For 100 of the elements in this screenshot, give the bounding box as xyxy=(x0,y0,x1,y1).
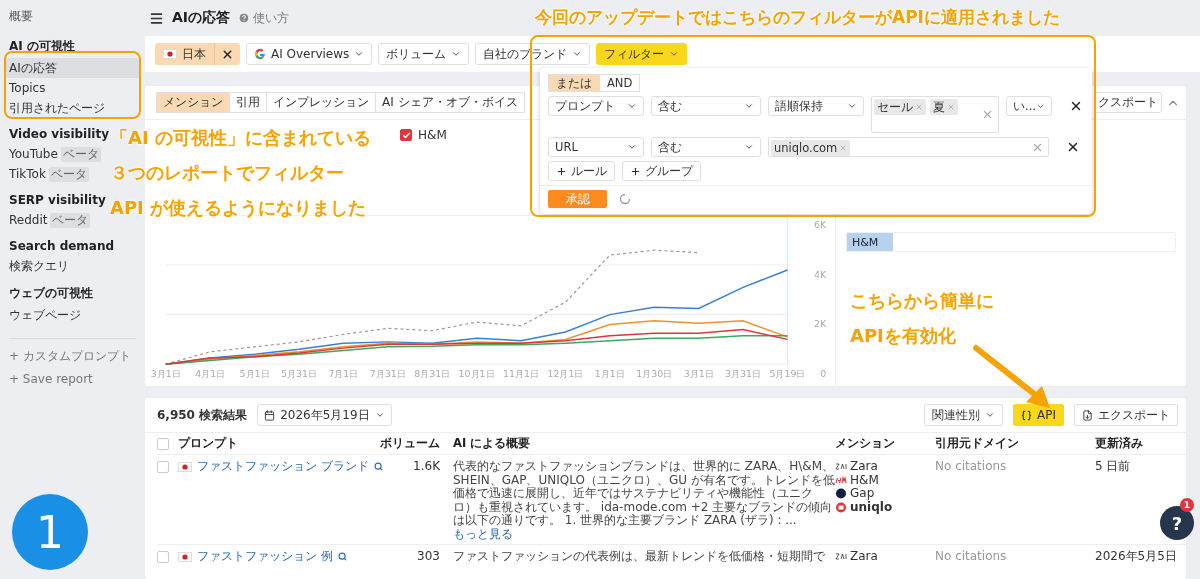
prompt-link[interactable]: ファストファッション 例 xyxy=(197,550,333,564)
annotation-text: こちらから簡単に xyxy=(850,289,994,313)
chevron-down-icon xyxy=(847,101,857,111)
tag-chip[interactable]: 夏 xyxy=(930,99,958,115)
brand-name: Zara xyxy=(850,550,878,564)
select-field[interactable]: プロンプト xyxy=(548,96,644,116)
chevron-down-icon xyxy=(572,49,583,59)
row-checkbox[interactable] xyxy=(157,551,169,563)
close-icon xyxy=(839,144,848,152)
overview-text: ファストファッションの代表例は、最新トレンドを低価格・短期間で xyxy=(452,550,826,564)
row-checkbox[interactable] xyxy=(157,461,169,473)
filter-dropdown[interactable]: ボリューム xyxy=(378,43,470,65)
brand-logo-icon xyxy=(835,551,847,563)
tag-chip[interactable]: セール xyxy=(874,99,926,115)
nav-action-link[interactable]: + Save report xyxy=(6,369,96,389)
legend-checkbox[interactable] xyxy=(400,129,412,141)
nav-item[interactable]: Topics xyxy=(6,78,49,98)
column-header: AI による概要 xyxy=(452,435,532,452)
nav-action-link[interactable]: + カスタムプロンプト xyxy=(6,345,134,368)
braces-icon xyxy=(1021,409,1032,421)
remove-rule-button[interactable] xyxy=(1069,99,1083,113)
axis-label: 0 xyxy=(820,368,827,380)
citations-text: No citations xyxy=(935,460,1007,474)
tag-input-field[interactable]: セール 夏 xyxy=(871,96,999,133)
export-button[interactable]: クスポート xyxy=(1094,92,1162,113)
tab[interactable]: 引用 xyxy=(229,92,267,113)
beta-badge: ベータ xyxy=(50,212,91,228)
chip-label: 日本 xyxy=(181,45,207,63)
chevron-down-icon xyxy=(354,49,365,59)
brand-logo-icon xyxy=(835,501,847,513)
nav-item[interactable]: Reddit ベータ xyxy=(6,210,94,230)
tab[interactable]: インプレッション xyxy=(266,92,376,113)
sort-dropdown[interactable]: 関連性別 xyxy=(924,404,1003,426)
select-field[interactable]: 含む xyxy=(651,96,761,116)
export-button[interactable]: エクスポート xyxy=(1074,404,1178,426)
nav-item[interactable]: TikTok ベータ xyxy=(6,164,92,184)
logic-toggle[interactable]: AND xyxy=(599,74,641,92)
chevron-down-icon xyxy=(669,49,680,59)
section-title: Search demand xyxy=(8,239,116,253)
google-g-icon xyxy=(254,48,266,60)
check-icon xyxy=(401,130,411,140)
nav-item[interactable]: YouTube ベータ xyxy=(6,144,104,164)
prompt-link[interactable]: ファストファッション ブランド xyxy=(197,460,369,474)
select-field[interactable]: 含む xyxy=(651,137,761,157)
column-header: 更新済み xyxy=(1095,435,1144,452)
column-header: ボリューム xyxy=(379,435,440,452)
nav-item-label: YouTube xyxy=(9,147,58,161)
tag-input-field[interactable]: uniqlo.com xyxy=(768,137,1049,157)
column-header: プロンプト xyxy=(178,435,239,452)
date-picker[interactable]: 2026年5月19日 xyxy=(257,404,392,426)
select-field[interactable]: い... xyxy=(1006,96,1052,116)
close-icon xyxy=(915,103,923,111)
result-count: 6,950 検索結果 xyxy=(157,406,248,424)
nav-item[interactable]: 引用されたページ xyxy=(6,98,108,118)
tag-chip[interactable]: uniqlo.com xyxy=(771,140,851,156)
brand-name: Zara xyxy=(850,460,878,474)
nav-item[interactable]: ウェブページ xyxy=(6,305,84,325)
nav-item[interactable]: 検索クエリ xyxy=(6,256,72,276)
close-icon xyxy=(947,103,955,111)
chevron-down-icon xyxy=(744,101,754,111)
tab[interactable]: AI シェア・オブ・ボイス xyxy=(375,92,525,113)
axis-label: 4K xyxy=(814,268,827,280)
brand-name: uniqlo xyxy=(850,500,893,514)
annotation-text: API が使えるようになりました xyxy=(110,196,368,220)
nav-item[interactable]: AIの応答 xyxy=(6,58,139,78)
search-icon[interactable] xyxy=(373,462,383,472)
logic-toggle[interactable]: または xyxy=(548,74,600,92)
annotation-text: APIを有効化 xyxy=(850,324,957,348)
brand-logo-icon xyxy=(835,488,847,500)
select-all-checkbox[interactable] xyxy=(157,438,169,450)
api-button[interactable]: API xyxy=(1013,404,1064,426)
add-button[interactable]: ルール xyxy=(548,161,615,181)
brand-name: Gap xyxy=(850,487,875,501)
nav-link[interactable]: 概要 xyxy=(6,6,36,27)
flag-icon xyxy=(178,551,192,562)
menu-icon[interactable] xyxy=(149,10,164,26)
add-button[interactable]: グループ xyxy=(622,161,701,181)
remove-rule-button[interactable] xyxy=(1066,140,1080,154)
annotation-text: ３つのレポートでフィルター xyxy=(110,161,345,185)
clear-icon[interactable] xyxy=(981,108,994,121)
plus-icon xyxy=(556,165,567,177)
help-link[interactable]: 使い方 xyxy=(238,10,290,26)
step-badge: 1 xyxy=(12,494,88,570)
tab[interactable]: メンション xyxy=(156,92,230,113)
column-header: 引用元ドメイン xyxy=(935,435,1020,452)
country-chip[interactable]: 日本 xyxy=(155,43,240,65)
search-icon[interactable] xyxy=(337,552,347,562)
column-header: メンション xyxy=(835,435,896,452)
filter-dropdown[interactable]: AI Overviews xyxy=(246,43,373,65)
select-field[interactable]: 語順保持 xyxy=(768,96,864,116)
select-field[interactable]: URL xyxy=(548,137,644,157)
beta-badge: ベータ xyxy=(48,166,89,182)
page-title: AIの応答 xyxy=(172,9,231,27)
filter-dropdown[interactable]: フィルター xyxy=(596,43,688,65)
more-link[interactable]: もっと見る xyxy=(453,526,513,541)
chevron-down-icon xyxy=(451,49,462,59)
plus-icon xyxy=(630,165,641,177)
updated-text: 2026年5月5日 xyxy=(1095,550,1177,564)
clear-icon[interactable] xyxy=(1031,141,1044,154)
updated-text: 5 日前 xyxy=(1095,460,1131,474)
